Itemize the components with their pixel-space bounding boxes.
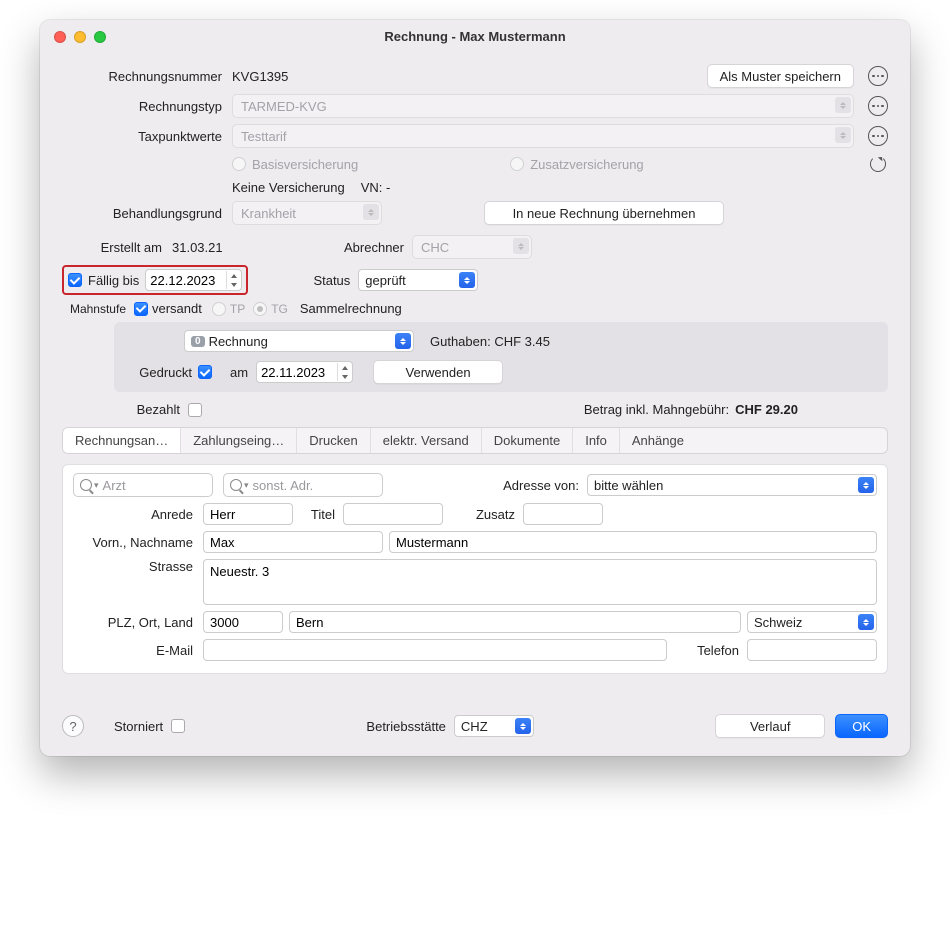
label-treatment-reason: Behandlungsgrund xyxy=(62,206,232,221)
amount-value: CHF 29.20 xyxy=(735,402,798,417)
more-icon[interactable] xyxy=(868,96,888,116)
basic-insurance-label: Basisversicherung xyxy=(252,157,358,172)
additional-insurance-radio xyxy=(510,157,524,171)
label-paid: Bezahlt xyxy=(62,402,188,417)
label-names: Vorn., Nachname xyxy=(73,535,203,550)
take-to-new-invoice-button[interactable]: In neue Rechnung übernehmen xyxy=(484,201,724,225)
search-icon xyxy=(230,479,242,491)
no-insurance-label: Keine Versicherung xyxy=(232,180,345,195)
paid-checkbox[interactable] xyxy=(188,403,202,417)
address-from-select[interactable]: bitte wählen xyxy=(587,474,877,496)
city-input[interactable] xyxy=(289,611,741,633)
label-on: am xyxy=(230,365,248,380)
label-due: Fällig bis xyxy=(88,273,139,288)
reload-icon[interactable] xyxy=(868,154,888,174)
label-printed: Gedruckt xyxy=(124,365,198,380)
firstname-input[interactable] xyxy=(203,531,383,553)
due-date-highlight: Fällig bis xyxy=(62,265,248,295)
tab-info[interactable]: Info xyxy=(573,428,620,453)
printed-date-input[interactable] xyxy=(256,361,353,383)
label-dunlevel: Mahnstufe xyxy=(62,302,134,316)
biller-select: CHC xyxy=(412,235,532,259)
search-icon xyxy=(80,479,92,491)
label-sent: versandt xyxy=(152,301,202,316)
history-button[interactable]: Verlauf xyxy=(715,714,825,738)
basic-insurance-radio xyxy=(232,157,246,171)
printed-checkbox[interactable] xyxy=(198,365,212,379)
tab-electronic[interactable]: elektr. Versand xyxy=(371,428,482,453)
label-phone: Telefon xyxy=(667,643,747,658)
search-doctor[interactable]: ▾ Arzt xyxy=(73,473,213,497)
zip-input[interactable] xyxy=(203,611,283,633)
vn-label: VN: - xyxy=(361,180,391,195)
dun-level-select[interactable]: 0Rechnung xyxy=(184,330,414,352)
more-icon[interactable] xyxy=(868,66,888,86)
ok-button[interactable]: OK xyxy=(835,714,888,738)
credit-label: Guthaben: CHF 3.45 xyxy=(430,334,550,349)
address-block: ▾ Arzt ▾ sonst. Adr. Adresse von: bitte … xyxy=(62,464,888,674)
titlebar: Rechnung - Max Mustermann xyxy=(40,20,910,54)
dunning-panel: 0Rechnung Guthaben: CHF 3.45 Gedruckt am… xyxy=(114,322,888,392)
tp-label: TP xyxy=(230,302,245,316)
detail-tabs: Rechnungsan… Zahlungseing… Drucken elekt… xyxy=(62,427,888,454)
label-cancelled: Storniert xyxy=(114,719,163,734)
country-select[interactable]: Schweiz xyxy=(747,611,877,633)
window-title: Rechnung - Max Mustermann xyxy=(40,29,910,44)
tg-radio xyxy=(253,302,267,316)
label-status: Status xyxy=(248,273,358,288)
label-created: Erstellt am xyxy=(62,240,172,255)
treatment-reason-select: Krankheit xyxy=(232,201,382,225)
tab-payments[interactable]: Zahlungseing… xyxy=(181,428,297,453)
taxpoints-select: Testtarif xyxy=(232,124,854,148)
help-button[interactable]: ? xyxy=(62,715,84,737)
site-select[interactable]: CHZ xyxy=(454,715,534,737)
created-date: 31.03.21 xyxy=(172,240,322,255)
more-icon[interactable] xyxy=(868,126,888,146)
tp-radio xyxy=(212,302,226,316)
invoice-window: Rechnung - Max Mustermann Rechnungsnumme… xyxy=(40,20,910,756)
label-invoice-no: Rechnungsnummer xyxy=(62,69,232,84)
search-other-address[interactable]: ▾ sonst. Adr. xyxy=(223,473,383,497)
label-taxpoints: Taxpunktwerte xyxy=(62,129,232,144)
phone-input[interactable] xyxy=(747,639,877,661)
suffix-input[interactable] xyxy=(523,503,603,525)
label-suffix: Zusatz xyxy=(443,507,523,522)
street-input[interactable]: Neuestr. 3 xyxy=(203,559,877,605)
label-zip-city-country: PLZ, Ort, Land xyxy=(73,615,203,630)
sent-checkbox[interactable] xyxy=(134,302,148,316)
lastname-input[interactable] xyxy=(389,531,877,553)
label-biller: Abrechner xyxy=(322,240,412,255)
status-select[interactable]: geprüft xyxy=(358,269,478,291)
label-site: Betriebsstätte xyxy=(366,719,446,734)
tab-attachments[interactable]: Anhänge xyxy=(620,428,696,453)
due-date-checkbox[interactable] xyxy=(68,273,82,287)
label-title: Titel xyxy=(293,507,343,522)
cancelled-checkbox[interactable] xyxy=(171,719,185,733)
email-input[interactable] xyxy=(203,639,667,661)
tab-invoice-address[interactable]: Rechnungsan… xyxy=(63,428,181,453)
label-salutation: Anrede xyxy=(73,507,203,522)
label-street: Strasse xyxy=(73,559,203,574)
label-group-invoice: Sammelrechnung xyxy=(300,301,402,316)
tab-print[interactable]: Drucken xyxy=(297,428,370,453)
additional-insurance-label: Zusatzversicherung xyxy=(530,157,643,172)
salutation-input[interactable] xyxy=(203,503,293,525)
invoice-no-value: KVG1395 xyxy=(232,69,288,84)
invoice-type-select: TARMED-KVG xyxy=(232,94,854,118)
title-input[interactable] xyxy=(343,503,443,525)
save-as-template-button[interactable]: Als Muster speichern xyxy=(707,64,854,88)
label-email: E-Mail xyxy=(73,643,203,658)
use-button[interactable]: Verwenden xyxy=(373,360,503,384)
label-invoice-type: Rechnungstyp xyxy=(62,99,232,114)
amount-label: Betrag inkl. Mahngebühr: xyxy=(584,402,729,417)
label-address-from: Adresse von: xyxy=(383,478,587,493)
tab-documents[interactable]: Dokumente xyxy=(482,428,573,453)
due-date-input[interactable] xyxy=(145,269,242,291)
tg-label: TG xyxy=(271,302,288,316)
